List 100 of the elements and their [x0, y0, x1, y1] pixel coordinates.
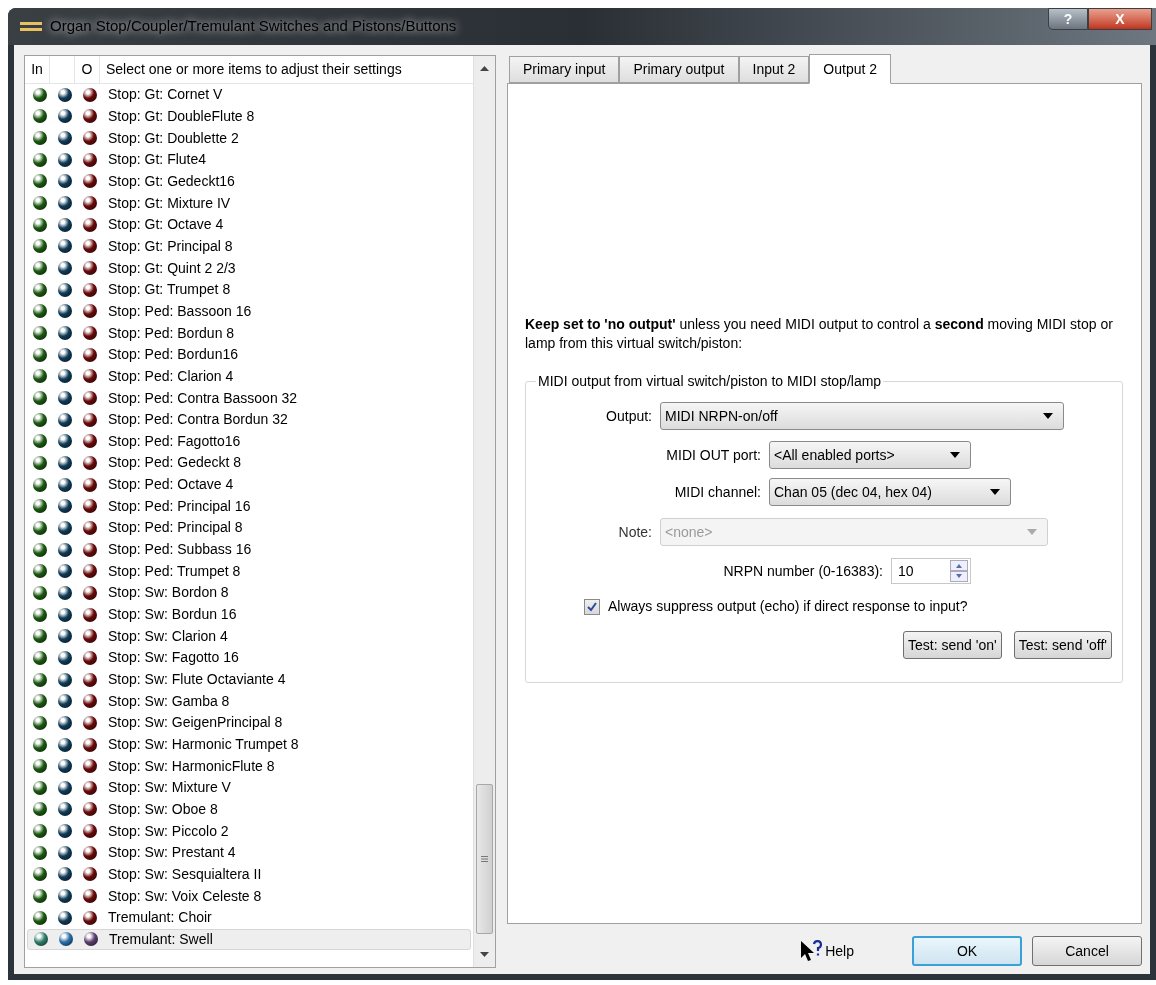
out-indicator-icon	[82, 152, 97, 167]
list-item[interactable]: Tremulant: Choir	[27, 906, 471, 929]
item-label: Stop: Sw: Bordun 16	[107, 605, 237, 625]
list-item[interactable]: Stop: Sw: Bordun 16	[27, 603, 471, 626]
list-item[interactable]: Stop: Ped: Bassoon 16	[27, 300, 471, 323]
list-item[interactable]: Stop: Sw: Fagotto 16	[27, 647, 471, 669]
state-indicator-icon	[57, 326, 72, 341]
list-item[interactable]: Stop: Ped: Bordun 8	[27, 322, 471, 344]
ok-button[interactable]: OK	[912, 936, 1022, 966]
port-dropdown[interactable]: <All enabled ports>	[769, 441, 971, 469]
list-item[interactable]: Tremulant: Swell	[27, 928, 471, 951]
out-indicator-icon	[82, 109, 97, 124]
list-item[interactable]: Stop: Sw: Sesquialtera II	[27, 863, 471, 886]
in-indicator-icon	[32, 910, 47, 925]
list-item[interactable]: Stop: Sw: Flute Octaviante 4	[27, 668, 471, 691]
out-indicator-icon	[82, 715, 97, 730]
tab[interactable]: Output 2	[809, 54, 892, 84]
cancel-button[interactable]: Cancel	[1032, 936, 1142, 966]
list-item[interactable]: Stop: Sw: Piccolo 2	[27, 820, 471, 842]
list-item[interactable]: Stop: Ped: Principal 8	[27, 517, 471, 539]
list-item[interactable]: Stop: Ped: Bordun16	[27, 343, 471, 366]
list-item[interactable]: Stop: Ped: Octave 4	[27, 473, 471, 496]
list-item[interactable]: Stop: Sw: GeigenPrincipal 8	[27, 712, 471, 734]
list-item[interactable]: Stop: Ped: Principal 16	[27, 495, 471, 518]
state-indicator-icon	[57, 499, 72, 514]
scrollbar[interactable]	[473, 56, 495, 967]
in-indicator-icon	[32, 87, 47, 102]
caret-icon	[1027, 529, 1037, 535]
list-item[interactable]: Stop: Sw: Gamba 8	[27, 690, 471, 713]
help-link[interactable]: Help	[799, 939, 854, 963]
out-indicator-icon	[82, 174, 97, 189]
item-label: Stop: Sw: Piccolo 2	[107, 821, 229, 841]
field-label: MIDI OUT port:	[665, 445, 762, 465]
list-item[interactable]: Stop: Ped: Subbass 16	[27, 538, 471, 561]
pointer-help-icon	[799, 939, 824, 963]
list-item[interactable]: Stop: Ped: Contra Bordun 32	[27, 408, 471, 431]
item-label: Stop: Sw: Harmonic Trumpet 8	[107, 735, 299, 754]
list-item[interactable]: Stop: Gt: Gedeckt16	[27, 170, 471, 193]
in-indicator-icon	[32, 650, 47, 665]
list-item[interactable]: Stop: Ped: Clarion 4	[27, 365, 471, 388]
state-indicator-icon	[58, 932, 73, 947]
list-item[interactable]: Stop: Sw: Oboe 8	[27, 798, 471, 821]
nrpn-spinbox[interactable]: 10	[891, 558, 971, 584]
out-indicator-icon	[82, 845, 97, 860]
list-item[interactable]: Stop: Sw: Mixture V	[27, 777, 471, 799]
list-item[interactable]: Stop: Gt: Doublette 2	[27, 127, 471, 149]
tab[interactable]: Input 2	[738, 56, 810, 83]
out-indicator-icon	[82, 672, 97, 687]
item-label: Stop: Sw: Oboe 8	[107, 800, 218, 819]
list-item[interactable]: Stop: Gt: Flute4	[27, 148, 471, 171]
list-item[interactable]: Stop: Sw: Voix Celeste 8	[27, 885, 471, 907]
list-item[interactable]: Stop: Sw: Bordon 8	[27, 582, 471, 604]
list-item[interactable]: Stop: Gt: DoubleFlute 8	[27, 105, 471, 128]
list-item[interactable]: Stop: Ped: Gedeckt 8	[27, 452, 471, 474]
out-indicator-icon	[82, 434, 97, 449]
list-item[interactable]: Stop: Gt: Principal 8	[27, 235, 471, 258]
caret-icon	[950, 452, 960, 458]
out-indicator-icon	[82, 131, 97, 146]
list-item[interactable]: Stop: Gt: Quint 2 2/3	[27, 257, 471, 279]
window-title: Organ Stop/Coupler/Tremulant Switches and Pistons/Buttons	[50, 16, 457, 37]
list-item[interactable]: Stop: Sw: HarmonicFlute 8	[27, 755, 471, 777]
state-indicator-icon	[57, 412, 72, 427]
list-item[interactable]: Stop: Ped: Contra Bassoon 32	[27, 387, 471, 409]
out-indicator-icon	[82, 499, 97, 514]
state-indicator-icon	[57, 196, 72, 211]
tab[interactable]: Primary output	[619, 56, 739, 83]
out-indicator-icon	[82, 737, 97, 752]
list-item[interactable]: Stop: Gt: Octave 4	[27, 213, 471, 236]
list-item[interactable]: Stop: Ped: Trumpet 8	[27, 560, 471, 583]
item-label: Stop: Ped: Bassoon 16	[107, 301, 252, 321]
column-header[interactable]: O	[75, 56, 100, 83]
list-item[interactable]: Stop: Sw: Clarion 4	[27, 625, 471, 648]
state-indicator-icon	[57, 694, 72, 709]
item-label: Stop: Ped: Clarion 4	[107, 366, 234, 386]
out-indicator-icon	[82, 391, 97, 405]
tab[interactable]: Primary input	[509, 56, 620, 83]
out-indicator-icon	[82, 910, 97, 925]
list-item[interactable]: Stop: Ped: Fagotto16	[27, 430, 471, 453]
in-indicator-icon	[32, 802, 47, 817]
in-indicator-icon	[32, 759, 47, 774]
list-item[interactable]: Stop: Gt: Cornet V	[27, 84, 471, 106]
out-indicator-icon	[82, 650, 97, 665]
state-indicator-icon	[57, 889, 72, 904]
scroll-thumb[interactable]	[476, 784, 493, 934]
column-header[interactable]: Select one or more items to adjust their settings	[100, 56, 473, 83]
suppress-checkbox[interactable]	[584, 598, 600, 615]
in-indicator-icon	[32, 347, 47, 362]
output-dropdown[interactable]: MIDI NRPN-on/off	[660, 402, 1064, 430]
list-item[interactable]: Stop: Sw: Harmonic Trumpet 8	[27, 733, 471, 756]
test-button[interactable]: Test: send 'on'	[903, 631, 1002, 659]
item-label: Stop: Ped: Trumpet 8	[107, 561, 241, 581]
column-header[interactable]: In	[25, 56, 50, 83]
state-indicator-icon	[57, 261, 72, 276]
list-item[interactable]: Stop: Gt: Trumpet 8	[27, 278, 471, 301]
state-indicator-icon	[57, 564, 72, 579]
list-item[interactable]: Stop: Sw: Prestant 4	[27, 841, 471, 864]
item-label: Stop: Sw: Clarion 4	[107, 626, 228, 646]
list-item[interactable]: Stop: Gt: Mixture IV	[27, 192, 471, 214]
test-button[interactable]: Test: send 'off'	[1013, 631, 1112, 659]
channel-dropdown[interactable]: Chan 05 (dec 04, hex 04)	[769, 478, 1011, 506]
